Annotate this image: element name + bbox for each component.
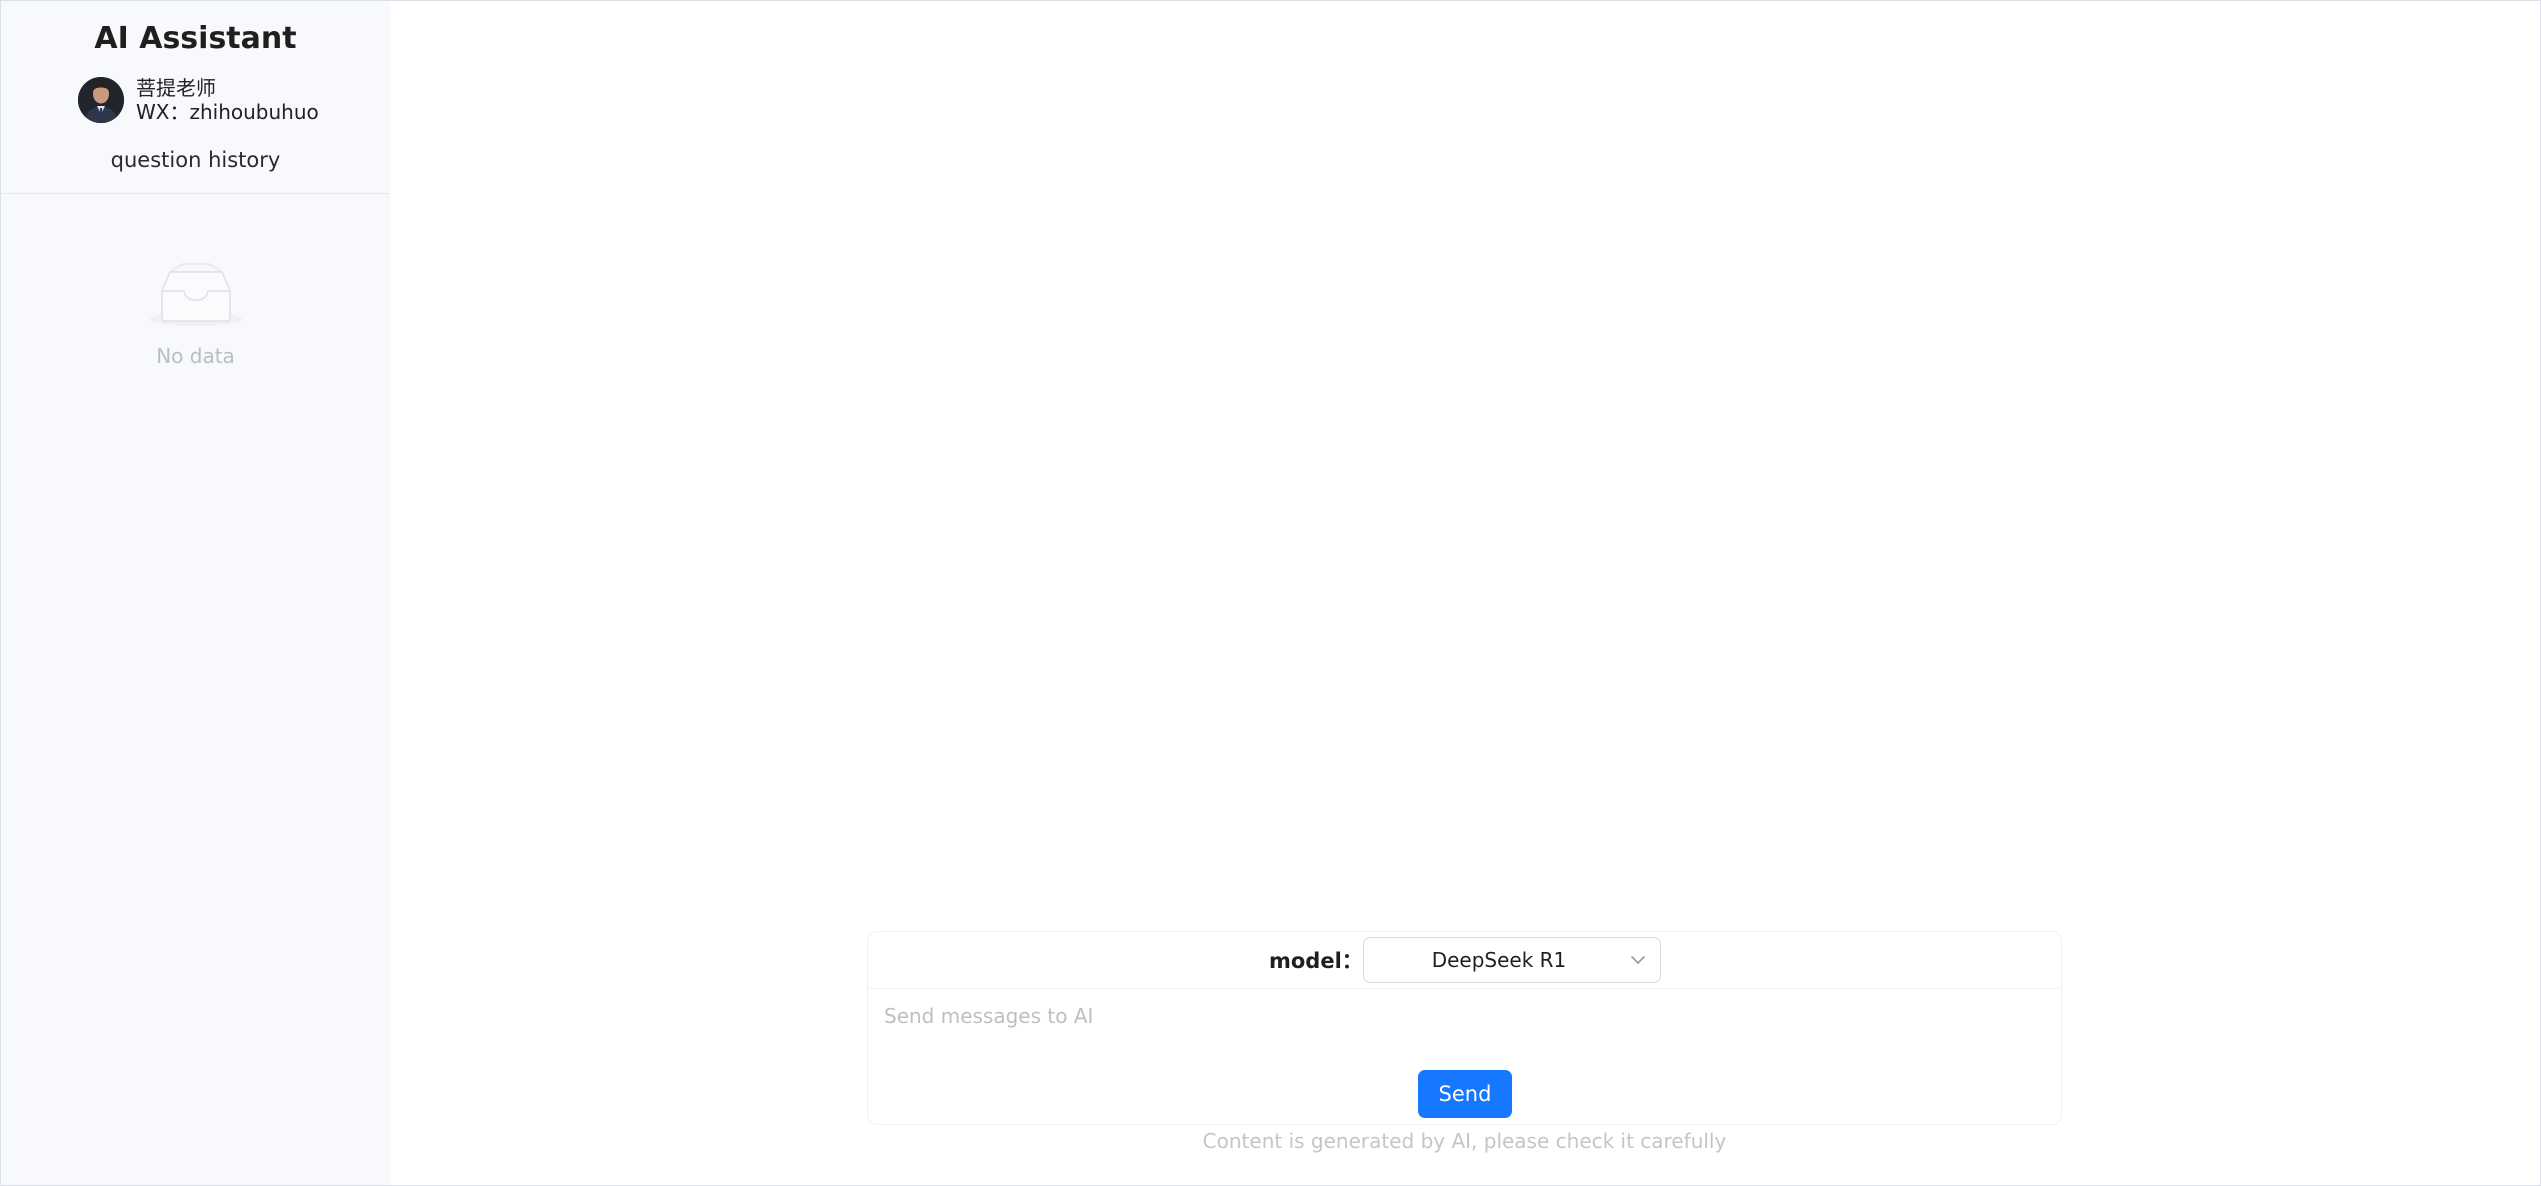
avatar [78, 77, 124, 123]
sidebar-header: AI Assistant 菩提老师 WX：zhihoubuhuo questio… [1, 1, 390, 194]
chevron-down-icon [1630, 955, 1646, 965]
message-input[interactable] [884, 996, 2044, 1036]
profile-text: 菩提老师 WX：zhihoubuhuo [136, 76, 319, 124]
inbox-empty-icon [149, 263, 242, 326]
profile-wechat-id: WX：zhihoubuhuo [136, 100, 319, 124]
profile-name: 菩提老师 [136, 76, 216, 100]
empty-history: No data [1, 263, 390, 369]
sidebar: AI Assistant 菩提老师 WX：zhihoubuhuo questio… [1, 1, 390, 1185]
ai-disclaimer: Content is generated by AI, please check… [1202, 1129, 1727, 1153]
model-label: model： [1269, 949, 1363, 973]
model-select-value: DeepSeek R1 [1431, 948, 1567, 972]
message-composer: model： DeepSeek R1 Send [867, 931, 2062, 1125]
send-button[interactable]: Send [1418, 1070, 1512, 1118]
app-window: AI Assistant 菩提老师 WX：zhihoubuhuo questio… [0, 0, 2541, 1186]
model-row: model： DeepSeek R1 [868, 932, 2061, 989]
question-history-link[interactable]: question history [1, 145, 390, 175]
empty-text: No data [156, 344, 235, 368]
model-select[interactable]: DeepSeek R1 [1363, 937, 1661, 983]
app-title: AI Assistant [94, 21, 297, 56]
user-profile: 菩提老师 WX：zhihoubuhuo [78, 76, 319, 124]
